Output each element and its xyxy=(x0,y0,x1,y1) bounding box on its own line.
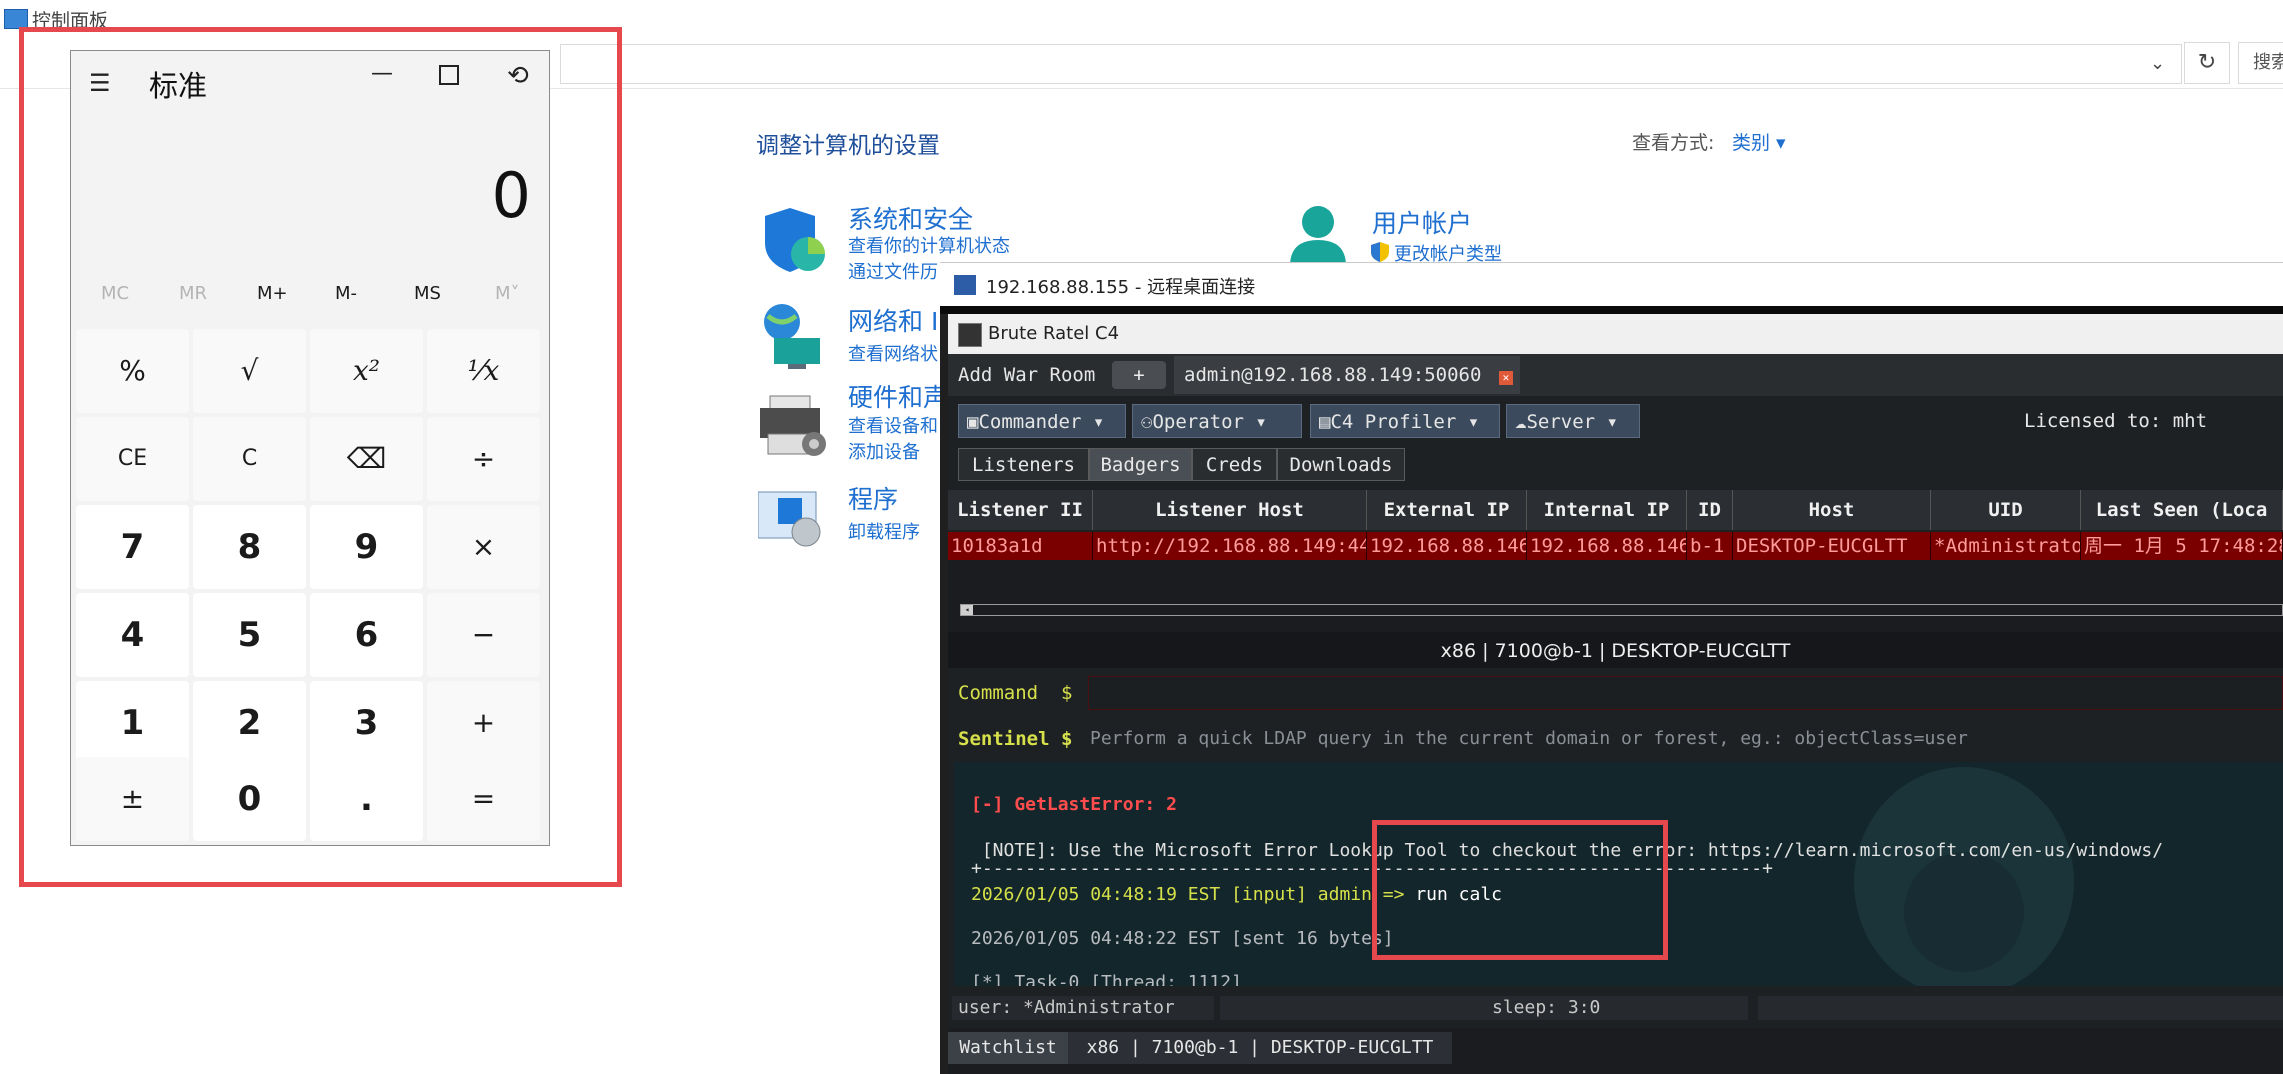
status-bar: user: *Administrator sleep: 3:0 xyxy=(948,994,2283,1024)
column-header-internal-ip[interactable]: Internal IP xyxy=(1527,490,1687,530)
column-header-id[interactable]: ID xyxy=(1687,490,1733,530)
rdp-titlebar: 192.168.88.155 - 远程桌面连接 xyxy=(940,262,2283,308)
subtab-bar: Listeners Badgers Creds Downloads xyxy=(958,448,2283,481)
sentinel-input[interactable]: Perform a quick LDAP query in the curren… xyxy=(1090,728,1968,749)
printer-icon xyxy=(760,394,828,458)
console-sent-line: 2026/01/05 04:48:22 EST [sent 16 bytes] xyxy=(971,928,1394,949)
tab-listeners[interactable]: Listeners xyxy=(958,448,1089,481)
tab-watchlist[interactable]: Watchlist xyxy=(948,1032,1068,1064)
brute-ratel-icon xyxy=(958,323,982,347)
link-check-status[interactable]: 查看你的计算机状态 xyxy=(848,232,1010,258)
search-input[interactable]: 搜索 xyxy=(2238,42,2283,84)
tab-creds[interactable]: Creds xyxy=(1192,448,1277,481)
close-icon[interactable]: ✕ xyxy=(1498,371,1513,385)
tab-downloads[interactable]: Downloads xyxy=(1277,448,1405,481)
rdp-icon xyxy=(954,275,976,295)
add-war-room-button[interactable]: + xyxy=(1112,361,1166,389)
brute-ratel-titlebar: Brute Ratel C4 xyxy=(948,314,2283,354)
scroll-left-icon[interactable]: ◂ xyxy=(961,605,973,615)
bottom-tab-bar: Watchlist x86 | 7100@b-1 | DESKTOP-EUCGL… xyxy=(948,1028,2283,1074)
category-user-accounts[interactable]: 用户帐户 xyxy=(1372,204,1472,240)
table-row[interactable]: 10183a1d http://192.168.88.149:4434 192.… xyxy=(948,532,2283,560)
operator-menu[interactable]: ⚇Operator ▾ xyxy=(1132,404,1302,438)
category-hardware[interactable]: 硬件和声 xyxy=(848,378,948,414)
view-by-label: 查看方式: xyxy=(1632,132,1715,154)
control-panel-icon xyxy=(4,9,28,29)
column-header-last-seen[interactable]: Last Seen (Loca xyxy=(2081,490,2283,530)
shield-icon xyxy=(760,208,830,274)
link-file-history[interactable]: 通过文件历 xyxy=(848,258,938,284)
command-prompt: Command $ xyxy=(958,682,1073,704)
cell-last-seen: 周一 1月 5 17:48:28 2 xyxy=(2081,532,2283,560)
cell-uid: *Administrator xyxy=(1931,532,2081,560)
command-input[interactable] xyxy=(1088,676,2283,710)
c4-profiler-menu[interactable]: ▤C4 Profiler ▾ xyxy=(1310,404,1500,438)
category-network[interactable]: 网络和 In xyxy=(848,302,954,338)
toolbar: ▣Commander ▾ ⚇Operator ▾ ▤C4 Profiler ▾ … xyxy=(948,396,2283,442)
badger-header-bar: x86 | 7100@b-1 | DESKTOP-EUCGLTT xyxy=(948,632,2283,668)
cell-listener-id: 10183a1d xyxy=(948,532,1093,560)
commander-icon: ▣ xyxy=(967,411,979,433)
cell-host: DESKTOP-EUCGLTT xyxy=(1733,532,1931,560)
cell-id: b-1 xyxy=(1687,532,1733,560)
add-war-room-label: Add War Room xyxy=(958,364,1096,386)
view-by-dropdown[interactable]: 类别 ▾ xyxy=(1732,128,1786,155)
commander-menu[interactable]: ▣Commander ▾ xyxy=(958,404,1126,438)
cell-listener-host: http://192.168.88.149:4434 xyxy=(1093,532,1367,560)
address-bar[interactable] xyxy=(560,44,2182,84)
cell-external-ip: 192.168.88.146 xyxy=(1367,532,1527,560)
rdp-remote-desktop-strip xyxy=(940,306,2283,314)
column-header-host[interactable]: Host xyxy=(1733,490,1931,530)
highlight-box-calculator xyxy=(19,27,622,887)
network-icon xyxy=(760,302,826,370)
link-network-status[interactable]: 查看网络状 xyxy=(848,340,938,366)
server-menu[interactable]: ☁Server ▾ xyxy=(1506,404,1640,438)
wolf-watermark-icon xyxy=(1854,767,2074,986)
column-header-uid[interactable]: UID xyxy=(1931,490,2081,530)
link-devices[interactable]: 查看设备和 xyxy=(848,412,938,438)
brute-ratel-title: Brute Ratel C4 xyxy=(988,323,1120,344)
uac-shield-icon xyxy=(1370,242,1390,262)
sentinel-prompt: Sentinel $ xyxy=(958,728,1073,750)
link-add-device[interactable]: 添加设备 xyxy=(848,438,920,464)
badger-table-header: Listener II Listener Host External IP In… xyxy=(948,490,2283,530)
highlight-box-command xyxy=(1372,820,1668,960)
status-empty-2 xyxy=(1758,996,2283,1020)
console-error-line: [-] GetLastError: 2 xyxy=(971,794,1177,815)
badger-header: x86 | 7100@b-1 | DESKTOP-EUCGLTT xyxy=(1440,640,1791,662)
status-empty xyxy=(1220,996,1486,1020)
profiler-icon: ▤ xyxy=(1319,411,1331,433)
page-title: 调整计算机的设置 xyxy=(756,133,940,159)
programs-icon xyxy=(757,488,828,548)
link-uninstall[interactable]: 卸载程序 xyxy=(848,518,920,544)
operator-icon: ⚇ xyxy=(1141,411,1153,433)
refresh-icon[interactable]: ↻ xyxy=(2184,42,2230,84)
user-icon xyxy=(1286,204,1350,266)
license-label: Licensed to: mht xyxy=(2024,410,2208,432)
war-room-bar: Add War Room + admin@192.168.88.149:5006… xyxy=(948,354,2283,396)
console-task-line: [*] Task-0 [Thread: 1112] xyxy=(971,972,1242,986)
server-icon: ☁ xyxy=(1515,411,1527,433)
column-header-external-ip[interactable]: External IP xyxy=(1367,490,1527,530)
rdp-title: 192.168.88.155 - 远程桌面连接 xyxy=(986,277,1256,298)
tab-session[interactable]: admin@192.168.88.149:50060 ✕ xyxy=(1174,356,1520,394)
tab-badger-session[interactable]: x86 | 7100@b-1 | DESKTOP-EUCGLTT xyxy=(1068,1032,1452,1064)
column-header-listener-host[interactable]: Listener Host xyxy=(1093,490,1367,530)
horizontal-scrollbar[interactable]: ◂ xyxy=(960,604,2283,616)
status-sleep: sleep: 3:0 xyxy=(1486,996,1748,1020)
category-programs[interactable]: 程序 xyxy=(848,480,898,516)
column-header-listener-id[interactable]: Listener II xyxy=(948,490,1093,530)
cell-internal-ip: 192.168.88.146 xyxy=(1527,532,1687,560)
tab-badgers[interactable]: Badgers xyxy=(1089,448,1192,481)
category-system-security[interactable]: 系统和安全 xyxy=(848,200,973,236)
brute-ratel-body: Add War Room + admin@192.168.88.149:5006… xyxy=(948,354,2283,1074)
chevron-down-icon[interactable]: ⌄ xyxy=(2150,53,2165,74)
status-user: user: *Administrator xyxy=(952,996,1214,1020)
